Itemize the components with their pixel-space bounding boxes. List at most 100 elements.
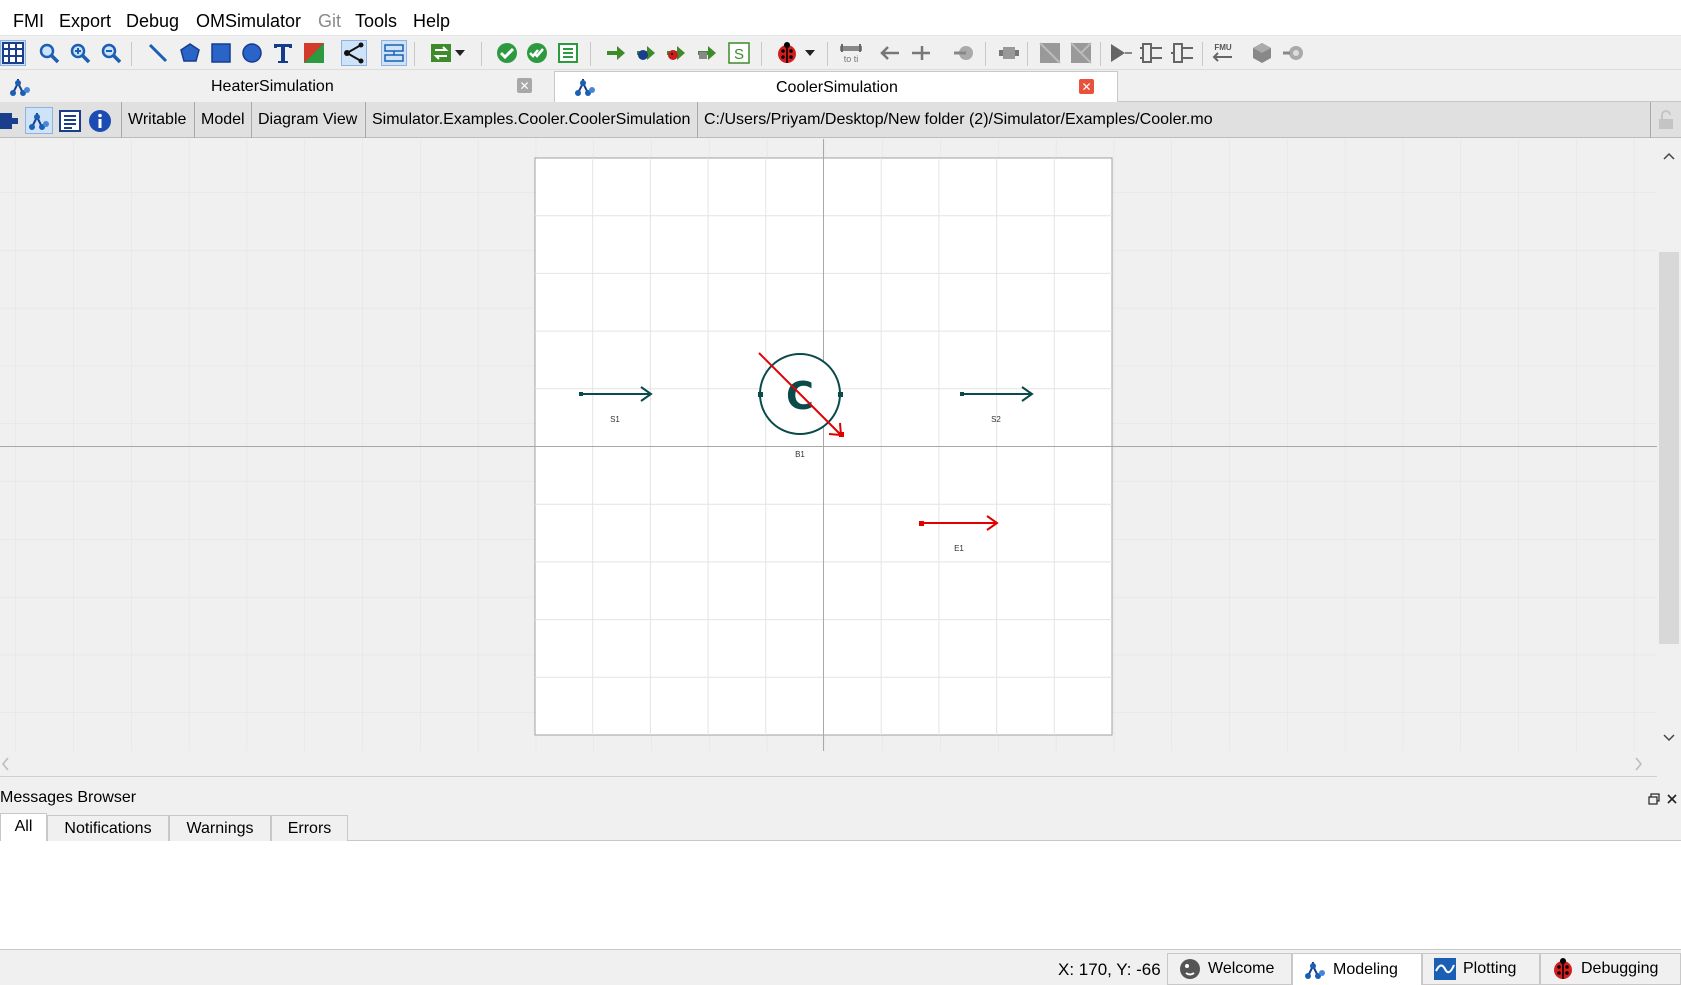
toolbar-separator bbox=[827, 42, 828, 66]
add-system-icon[interactable] bbox=[1108, 40, 1134, 66]
add-bus-icon[interactable] bbox=[908, 40, 934, 66]
menu-tools[interactable]: Tools bbox=[355, 10, 397, 32]
simulate-icon[interactable] bbox=[603, 40, 629, 66]
perspective-welcome[interactable]: Welcome bbox=[1167, 953, 1292, 985]
tab-notifications[interactable]: Notifications bbox=[47, 815, 169, 842]
simulate-with-animation-icon[interactable] bbox=[694, 40, 720, 66]
perspective-plotting[interactable]: Plotting bbox=[1422, 953, 1540, 985]
vertical-scroll-thumb[interactable] bbox=[1659, 252, 1679, 644]
tab-label: CoolerSimulation bbox=[776, 79, 898, 96]
check-model-icon[interactable] bbox=[494, 40, 520, 66]
text-icon[interactable] bbox=[270, 40, 296, 66]
class-name-label: Simulator.Examples.Cooler.CoolerSimulati… bbox=[365, 102, 696, 138]
close-icon[interactable]: ✕ bbox=[517, 78, 532, 93]
perspective-label: Modeling bbox=[1333, 960, 1398, 978]
perspective-label: Welcome bbox=[1208, 960, 1275, 977]
menu-omsimulator[interactable]: OMSimulator bbox=[196, 10, 301, 32]
menu-fmi[interactable]: FMI bbox=[13, 10, 44, 32]
view-type-label: Diagram View bbox=[251, 102, 363, 138]
line-icon[interactable] bbox=[145, 40, 171, 66]
tab-heater-simulation[interactable]: HeaterSimulation ✕ bbox=[0, 71, 554, 102]
simulate-with-transformational-debugger-icon[interactable] bbox=[633, 40, 659, 66]
chevron-down-icon[interactable] bbox=[452, 40, 468, 66]
class-type-label: Model bbox=[194, 102, 251, 138]
close-icon[interactable]: ✕ bbox=[1079, 79, 1094, 94]
scroll-right-icon bbox=[1635, 757, 1642, 771]
menu-git[interactable]: Git bbox=[318, 10, 341, 32]
zoom-in-icon[interactable] bbox=[67, 40, 93, 66]
svg-text:to ti: to ti bbox=[844, 54, 859, 64]
tab-warnings[interactable]: Warnings bbox=[169, 815, 271, 842]
menu-export[interactable]: Export bbox=[59, 10, 111, 32]
add-connector-icon[interactable] bbox=[877, 40, 903, 66]
add-tlm-bus-icon[interactable] bbox=[950, 40, 976, 66]
text-view-icon[interactable] bbox=[56, 107, 84, 134]
menu-debug[interactable]: Debug bbox=[126, 10, 179, 32]
zoom-reset-icon[interactable] bbox=[36, 40, 62, 66]
debugging-icon bbox=[1551, 957, 1575, 981]
debug-configuration-icon[interactable] bbox=[774, 40, 800, 66]
animation-icon[interactable] bbox=[1280, 40, 1306, 66]
simulate-disabled-icon[interactable] bbox=[1068, 40, 1094, 66]
svg-text:S: S bbox=[734, 46, 744, 63]
toolbar-separator bbox=[481, 42, 482, 66]
messages-browser-header: Messages Browser bbox=[0, 785, 1681, 813]
toolbar-separator bbox=[1202, 42, 1203, 66]
rectangle-icon[interactable] bbox=[208, 40, 234, 66]
export-fmu-icon[interactable] bbox=[1169, 40, 1195, 66]
diagram-view-icon[interactable] bbox=[25, 107, 53, 134]
close-icon[interactable] bbox=[1666, 793, 1678, 805]
perspective-label: Plotting bbox=[1463, 960, 1517, 977]
horizontal-scrollbar[interactable] bbox=[0, 751, 1657, 777]
import-fmu-icon[interactable]: FMU bbox=[1210, 40, 1236, 66]
perspective-debugging[interactable]: Debugging bbox=[1540, 953, 1681, 985]
unlock-icon[interactable] bbox=[1650, 102, 1681, 138]
scroll-down-icon bbox=[1663, 734, 1675, 742]
component-label-e1: E1 bbox=[954, 544, 964, 553]
diagram-canvas[interactable]: S1 C B1 S2 E1 bbox=[0, 139, 1657, 751]
cursor-coordinates: X: 170, Y: -66 bbox=[1058, 960, 1161, 979]
info-icon[interactable] bbox=[86, 107, 114, 134]
toolbar-separator bbox=[985, 42, 986, 66]
toolbar-separator bbox=[761, 42, 762, 66]
model-icon bbox=[8, 76, 32, 98]
align-interfaces-icon[interactable]: to ti bbox=[838, 40, 864, 66]
chevron-down-icon[interactable] bbox=[802, 40, 818, 66]
tab-label: HeaterSimulation bbox=[211, 78, 334, 95]
tab-errors[interactable]: Errors bbox=[271, 815, 348, 842]
icon-view-icon[interactable] bbox=[0, 107, 20, 134]
menu-help[interactable]: Help bbox=[413, 10, 450, 32]
perspective-modeling[interactable]: Modeling bbox=[1292, 953, 1422, 985]
check-all-models-icon[interactable] bbox=[524, 40, 550, 66]
messages-tabbar: All Notifications Warnings Errors bbox=[0, 813, 1681, 843]
polygon-icon[interactable] bbox=[177, 40, 203, 66]
bitmap-icon[interactable] bbox=[301, 40, 327, 66]
scroll-up-icon bbox=[1663, 152, 1675, 160]
float-icon[interactable] bbox=[1648, 793, 1660, 805]
status-bar: X: 170, Y: -66 Welcome Modeling Plotting… bbox=[0, 950, 1681, 985]
modeling-icon bbox=[1303, 959, 1327, 981]
messages-browser-title: Messages Browser bbox=[0, 789, 137, 806]
menu-bar: FMI Export Debug OMSimulator Git Tools H… bbox=[0, 0, 1681, 36]
tab-all[interactable]: All bbox=[0, 813, 47, 843]
instantiate-model-disabled-icon[interactable] bbox=[1037, 40, 1063, 66]
transition-mode-icon[interactable] bbox=[381, 40, 407, 66]
instantiate-model-icon[interactable] bbox=[555, 40, 581, 66]
tab-cooler-simulation[interactable]: CoolerSimulation ✕ bbox=[554, 71, 1118, 102]
toolbar-separator bbox=[131, 42, 132, 66]
zoom-out-icon[interactable] bbox=[98, 40, 124, 66]
ellipse-icon[interactable] bbox=[239, 40, 265, 66]
file-path-label: C:/Users/Priyam/Desktop/New folder (2)/S… bbox=[697, 102, 1219, 138]
messages-list[interactable] bbox=[0, 841, 1681, 950]
grid-icon[interactable] bbox=[0, 40, 26, 66]
add-submodel-icon[interactable] bbox=[996, 40, 1022, 66]
component-label-s2: S2 bbox=[991, 415, 1001, 424]
ssp-icon[interactable] bbox=[1249, 40, 1275, 66]
add-subsystem-icon[interactable] bbox=[1138, 40, 1164, 66]
simulate-with-algorithmic-debugger-icon[interactable] bbox=[663, 40, 689, 66]
toolbar: S to ti FMU bbox=[0, 36, 1681, 70]
simulation-setup-icon[interactable]: S bbox=[726, 40, 752, 66]
connect-mode-icon[interactable] bbox=[341, 40, 367, 66]
swap-icon[interactable] bbox=[428, 40, 454, 66]
plotting-icon bbox=[1433, 957, 1457, 981]
